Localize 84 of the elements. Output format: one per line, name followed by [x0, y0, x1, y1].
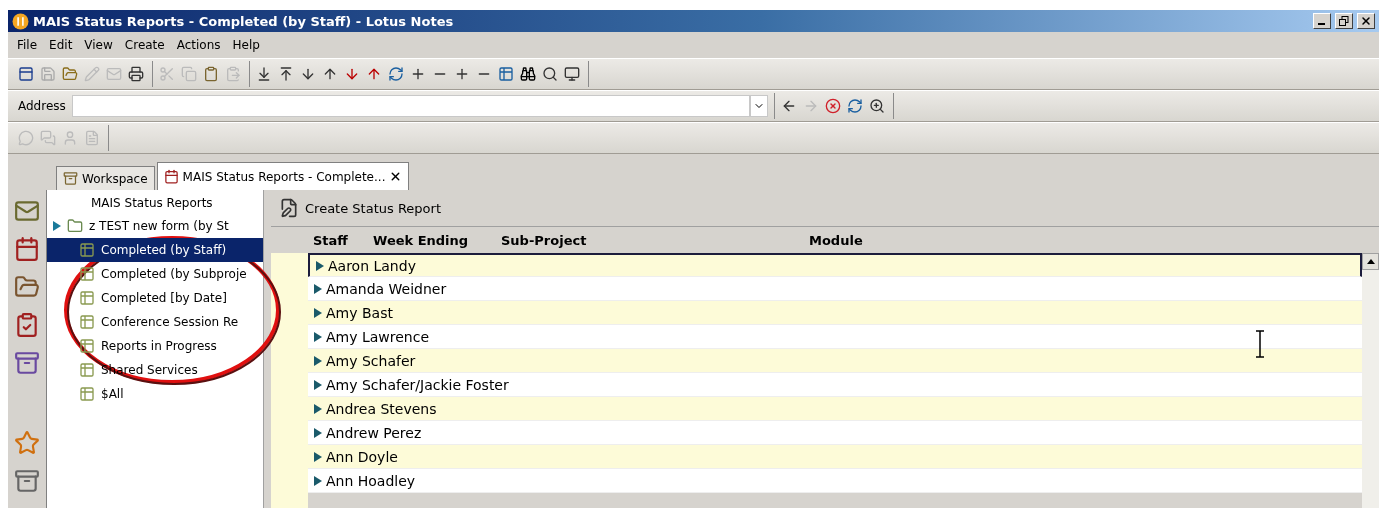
plus-icon[interactable] — [410, 66, 426, 82]
tab[interactable]: MAIS Status Reports - Complete... — [156, 162, 410, 190]
close-button[interactable] — [1357, 13, 1375, 29]
expand-arrow-icon[interactable] — [314, 307, 322, 318]
folder-icon[interactable] — [14, 274, 40, 300]
envelope-icon[interactable] — [14, 198, 40, 224]
printer-icon[interactable] — [128, 66, 144, 82]
table-row[interactable]: Amy Lawrence — [308, 325, 1362, 349]
navigator-item[interactable]: $All — [47, 382, 263, 406]
menu-item[interactable]: Create — [119, 36, 170, 54]
navigator-item[interactable]: Completed (by Subproje — [47, 262, 263, 286]
expand-arrow-icon[interactable] — [314, 355, 322, 366]
view-icon — [79, 242, 95, 258]
column-header[interactable]: Week Ending — [369, 232, 497, 248]
table-row[interactable]: Andrew Perez — [308, 421, 1362, 445]
star-icon[interactable] — [14, 430, 40, 456]
expand-arrow-icon[interactable] — [314, 427, 322, 438]
view-icon — [79, 314, 95, 330]
view-icon — [79, 362, 95, 378]
minimize-button[interactable] — [1313, 13, 1331, 29]
close-icon — [1360, 15, 1372, 27]
table-row[interactable]: Amy Bast — [308, 301, 1362, 325]
table-row[interactable]: Amanda Weidner — [308, 277, 1362, 301]
refresh-icon[interactable] — [846, 98, 863, 114]
view-icon — [79, 338, 95, 354]
table-row[interactable]: Ann Doyle — [308, 445, 1362, 469]
column-header[interactable]: Module — [805, 232, 1009, 248]
zoom-icon[interactable] — [868, 98, 885, 114]
restore-button[interactable] — [1335, 13, 1353, 29]
navigator-item[interactable]: Reports in Progress — [47, 334, 263, 358]
expand-arrow-icon[interactable] — [314, 379, 322, 390]
expand-arrow-icon[interactable] — [53, 221, 61, 231]
expand-arrow-icon[interactable] — [314, 283, 322, 294]
view-icon — [79, 266, 95, 282]
menu-item[interactable]: Help — [227, 36, 265, 54]
address-label: Address — [17, 99, 67, 113]
folder-icon — [67, 218, 83, 234]
navigator-item[interactable]: z TEST new form (by St — [47, 214, 263, 238]
column-header[interactable]: Staff — [309, 232, 369, 248]
pane-splitter[interactable] — [263, 190, 271, 508]
arrow-down-to-line-icon[interactable] — [256, 66, 272, 82]
table-row[interactable]: Amy Schafer — [308, 349, 1362, 373]
stop-icon[interactable] — [824, 98, 841, 114]
navigator-item[interactable]: Conference Session Re — [47, 310, 263, 334]
database-icon — [163, 169, 179, 184]
window-title: MAIS Status Reports - Completed (by Staff) - Lotus Notes — [33, 13, 455, 29]
column-header[interactable]: Sub-Project — [497, 232, 805, 248]
calendar-icon[interactable] — [14, 236, 40, 262]
tab[interactable]: Workspace — [56, 166, 155, 190]
menu-item[interactable]: File — [12, 36, 43, 54]
view-icon — [79, 290, 95, 306]
up-arrow-icon — [1366, 259, 1375, 264]
binoculars-icon[interactable] — [520, 66, 536, 82]
database-title: MAIS Status Reports — [90, 196, 214, 212]
app-logo-icon — [12, 12, 29, 30]
search-icon[interactable] — [542, 66, 558, 82]
clipboard-icon[interactable] — [203, 66, 219, 82]
plus-icon[interactable] — [454, 66, 470, 82]
expand-arrow-icon[interactable] — [314, 475, 322, 486]
view-icon — [79, 386, 95, 402]
expand-arrow-icon[interactable] — [314, 331, 322, 342]
address-field[interactable] — [71, 95, 750, 117]
expand-arrow-icon[interactable] — [314, 451, 322, 462]
edit-document-icon — [279, 198, 299, 218]
open-folder-icon[interactable] — [62, 66, 78, 82]
table-icon[interactable] — [498, 66, 514, 82]
clipboard-check-icon[interactable] — [14, 312, 40, 338]
navigator-item[interactable]: Completed [by Date] — [47, 286, 263, 310]
arrow-up-to-line-icon[interactable] — [278, 66, 294, 82]
table-row[interactable]: Andrea Stevens — [308, 397, 1362, 421]
menu-item[interactable]: Edit — [44, 36, 78, 54]
text-cursor-icon — [1255, 330, 1265, 358]
table-row[interactable]: Aaron Landy — [308, 253, 1362, 277]
restore-icon — [1339, 16, 1349, 26]
expand-arrow-icon[interactable] — [314, 403, 322, 414]
menu-item[interactable]: View — [79, 36, 118, 54]
table-row[interactable]: Amy Schafer/Jackie Foster — [308, 373, 1362, 397]
navigator-item[interactable]: Completed (by Staff) — [47, 238, 263, 262]
menu-item[interactable]: Actions — [171, 36, 226, 54]
refresh-icon[interactable] — [388, 66, 404, 82]
create-report-button[interactable]: Create Status Report — [279, 198, 441, 218]
expand-arrow-icon[interactable] — [316, 260, 324, 271]
table-row[interactable]: Ann Hoadley — [308, 469, 1362, 493]
scroll-up-button[interactable] — [1362, 253, 1379, 270]
